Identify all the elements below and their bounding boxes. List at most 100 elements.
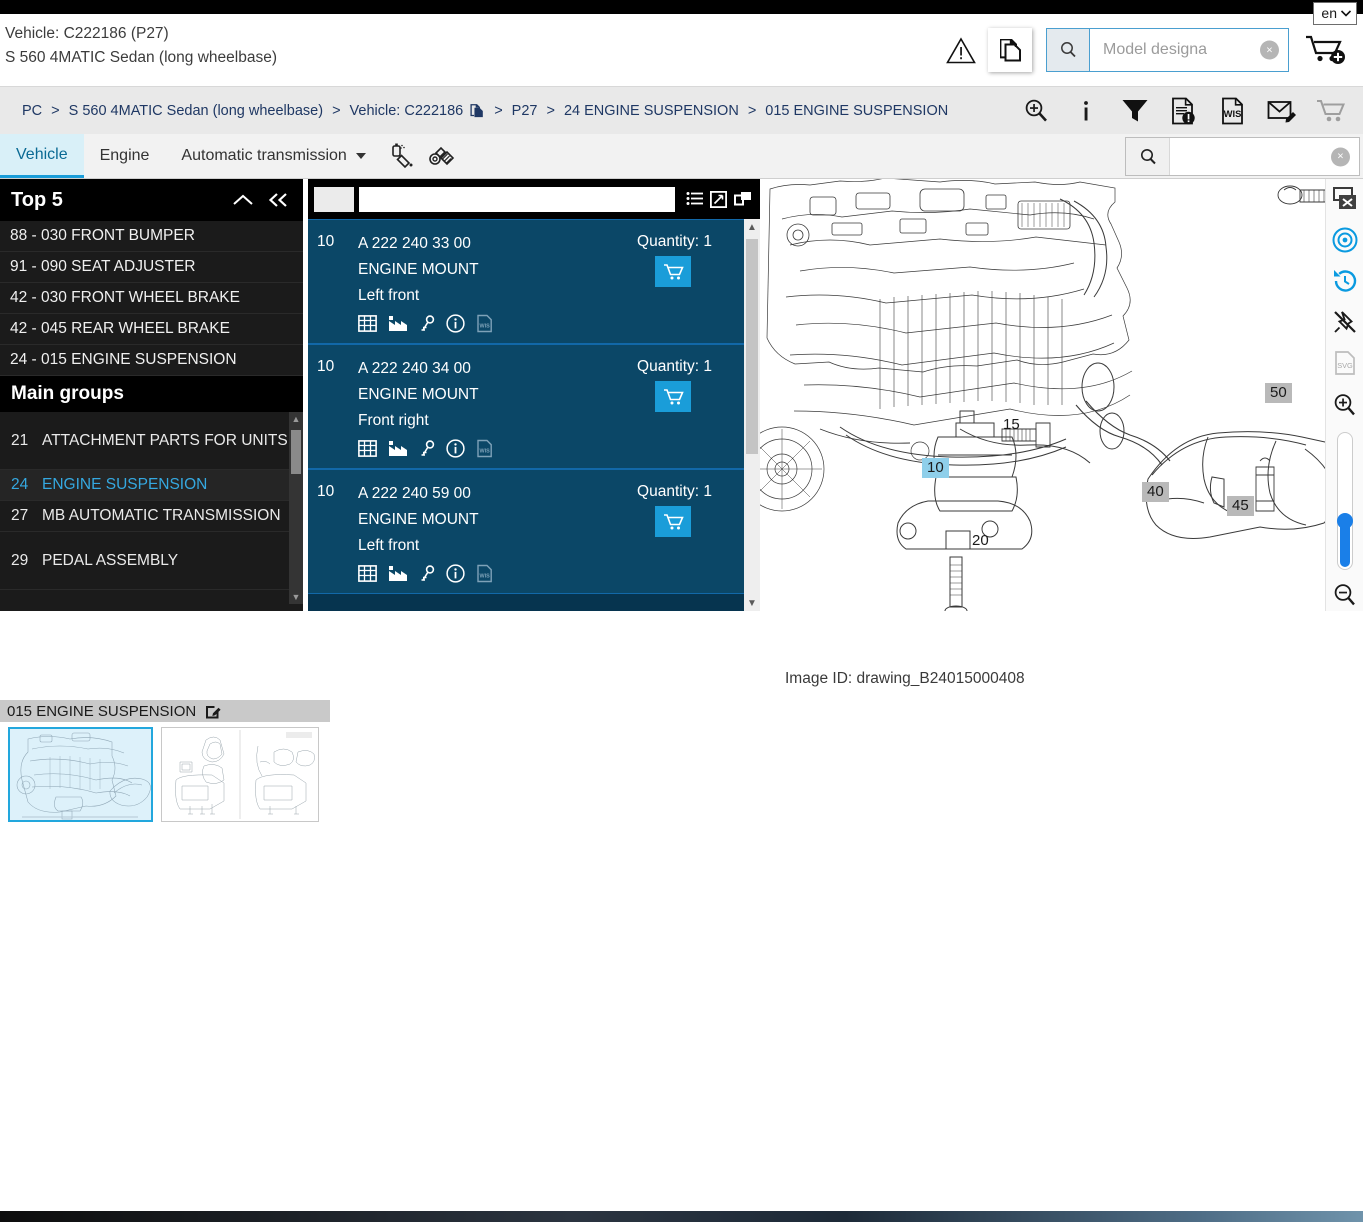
top5-item-1[interactable]: 91 - 090 SEAT ADJUSTER xyxy=(0,252,303,283)
thumbnail-detail-pages[interactable] xyxy=(161,727,319,822)
part-position-text: Left front xyxy=(358,537,420,554)
main-group-item-27[interactable]: 27 MB AUTOMATIC TRANSMISSION xyxy=(0,501,303,532)
reset-history-icon[interactable] xyxy=(1328,265,1362,296)
expand-fullscreen-icon[interactable] xyxy=(710,190,727,208)
top5-item-2[interactable]: 42 - 030 FRONT WHEEL BRAKE xyxy=(0,283,303,314)
part-description: ENGINE MOUNT xyxy=(358,261,479,278)
zoom-slider-knob[interactable] xyxy=(1336,512,1353,529)
main-group-item-21[interactable]: 21 ATTACHMENT PARTS FOR UNITS xyxy=(0,412,303,470)
parts-filter-num-box[interactable] xyxy=(314,186,354,212)
paint-spray-icon[interactable] xyxy=(382,134,422,178)
document-alert-icon[interactable] xyxy=(1159,87,1208,135)
zoom-slider[interactable] xyxy=(1336,432,1353,570)
part-list-item[interactable]: 10 A 222 240 34 00 ENGINE MOUNT Front ri… xyxy=(308,344,760,469)
tab-automatic-transmission[interactable]: Automatic transmission xyxy=(165,134,381,178)
duplicate-window-icon[interactable] xyxy=(733,191,752,208)
parts-filter-input[interactable] xyxy=(359,186,675,212)
search-icon[interactable] xyxy=(1126,138,1170,175)
model-designation-search[interactable]: Model designa × xyxy=(1046,28,1289,72)
copy-documents-icon[interactable] xyxy=(988,28,1032,72)
model-search-field[interactable]: Model designa × xyxy=(1090,29,1288,71)
fastener-bolt-icon[interactable] xyxy=(422,134,462,178)
breadcrumb-copy-icon[interactable] xyxy=(469,103,485,119)
add-to-cart-icon[interactable] xyxy=(655,506,691,537)
callout-40[interactable]: 40 xyxy=(1142,482,1169,502)
top5-item-4[interactable]: 24 - 015 ENGINE SUSPENSION xyxy=(0,345,303,376)
parts-search-box[interactable]: × xyxy=(1125,137,1360,176)
main-group-item-24[interactable]: 24 ENGINE SUSPENSION xyxy=(0,470,303,501)
list-view-icon[interactable] xyxy=(686,191,704,207)
search-icon[interactable] xyxy=(1047,29,1090,71)
key-icon[interactable] xyxy=(420,314,435,333)
thumbnail-engine-overview[interactable] xyxy=(8,727,153,822)
tab-engine[interactable]: Engine xyxy=(84,134,166,178)
target-focus-icon[interactable] xyxy=(1328,224,1362,255)
table-grid-icon[interactable] xyxy=(358,440,377,457)
top5-item-0[interactable]: 88 - 030 FRONT BUMPER xyxy=(0,221,303,252)
factory-icon[interactable] xyxy=(388,565,409,582)
vehicle-id-line: Vehicle: C222186 (P27) xyxy=(5,25,169,42)
part-list-item[interactable]: 10 A 222 240 59 00 ENGINE MOUNT Left fro… xyxy=(308,469,760,594)
part-list-item[interactable]: 10 A 222 240 33 00 ENGINE MOUNT Left fro… xyxy=(308,219,760,344)
tab-vehicle[interactable]: Vehicle xyxy=(0,134,84,178)
factory-icon[interactable] xyxy=(388,315,409,332)
callout-15[interactable]: 15 xyxy=(998,415,1025,435)
breadcrumb-item-2[interactable]: Vehicle: C222186 xyxy=(350,103,464,119)
scroll-down-arrow-icon[interactable]: ▼ xyxy=(744,595,760,611)
breadcrumb-item-3[interactable]: P27 xyxy=(512,103,538,119)
factory-icon[interactable] xyxy=(388,440,409,457)
warning-triangle-icon[interactable] xyxy=(938,36,984,64)
zoom-in-icon[interactable] xyxy=(1328,389,1362,420)
zoom-in-search-icon[interactable] xyxy=(1012,87,1061,135)
parts-search-clear-button[interactable]: × xyxy=(1331,147,1350,166)
edit-pencil-icon[interactable] xyxy=(205,703,221,719)
info-circle-icon[interactable] xyxy=(446,314,465,333)
mail-edit-icon[interactable] xyxy=(1257,87,1306,135)
callout-45[interactable]: 45 xyxy=(1227,496,1254,516)
unpin-icon[interactable] xyxy=(1328,307,1362,338)
key-icon[interactable] xyxy=(420,439,435,458)
breadcrumb-item-4[interactable]: 24 ENGINE SUSPENSION xyxy=(564,103,739,119)
top5-item-3[interactable]: 42 - 045 REAR WHEEL BRAKE xyxy=(0,314,303,345)
chevron-up-icon[interactable] xyxy=(232,193,254,207)
close-window-icon[interactable] xyxy=(1328,183,1362,214)
filter-icon[interactable] xyxy=(1110,87,1159,135)
info-circle-icon[interactable] xyxy=(446,439,465,458)
breadcrumb-item-1[interactable]: S 560 4MATIC Sedan (long wheelbase) xyxy=(69,103,323,119)
drawing-viewer[interactable]: 15 10 20 40 45 50 SVG xyxy=(760,179,1363,611)
scrollbar-thumb[interactable] xyxy=(291,430,301,474)
parts-search-input[interactable]: × xyxy=(1170,138,1359,175)
scroll-up-arrow-icon[interactable]: ▲ xyxy=(744,219,760,235)
language-selector[interactable]: en xyxy=(1313,2,1357,25)
wis-document-icon[interactable]: WIS xyxy=(476,314,493,333)
cart-icon[interactable] xyxy=(1306,87,1355,135)
part-action-icons: WIS xyxy=(358,439,760,458)
model-search-clear-button[interactable]: × xyxy=(1260,40,1279,60)
zoom-out-icon[interactable] xyxy=(1328,580,1362,611)
info-icon[interactable] xyxy=(1061,87,1110,135)
wis-document-icon[interactable]: WIS xyxy=(476,439,493,458)
breadcrumb-item-0[interactable]: PC xyxy=(22,103,42,119)
table-grid-icon[interactable] xyxy=(358,565,377,582)
double-chevron-left-icon[interactable] xyxy=(267,192,291,208)
add-to-cart-icon[interactable] xyxy=(655,256,691,287)
wis-document-icon[interactable]: WIS xyxy=(476,564,493,583)
main-group-label: ATTACHMENT PARTS FOR UNITS xyxy=(42,431,288,449)
scrollbar-thumb[interactable] xyxy=(746,239,758,454)
callout-10[interactable]: 10 xyxy=(922,458,949,478)
info-circle-icon[interactable] xyxy=(446,564,465,583)
main-group-item-29[interactable]: 29 PEDAL ASSEMBLY xyxy=(0,532,303,590)
parts-scrollbar[interactable]: ▲ ▼ xyxy=(744,219,760,611)
add-to-cart-icon[interactable] xyxy=(1289,33,1363,67)
scroll-down-arrow-icon[interactable]: ▼ xyxy=(289,590,303,604)
main-groups-scrollbar[interactable]: ▲ ▼ xyxy=(289,412,303,604)
callout-50[interactable]: 50 xyxy=(1265,383,1292,403)
add-to-cart-icon[interactable] xyxy=(655,381,691,412)
key-icon[interactable] xyxy=(420,564,435,583)
table-grid-icon[interactable] xyxy=(358,315,377,332)
callout-20[interactable]: 20 xyxy=(967,531,994,551)
wis-document-icon[interactable]: WIS xyxy=(1208,87,1257,135)
scroll-up-arrow-icon[interactable]: ▲ xyxy=(289,412,303,426)
breadcrumb-item-5[interactable]: 015 ENGINE SUSPENSION xyxy=(765,103,948,119)
svg-export-icon[interactable]: SVG xyxy=(1328,348,1362,379)
